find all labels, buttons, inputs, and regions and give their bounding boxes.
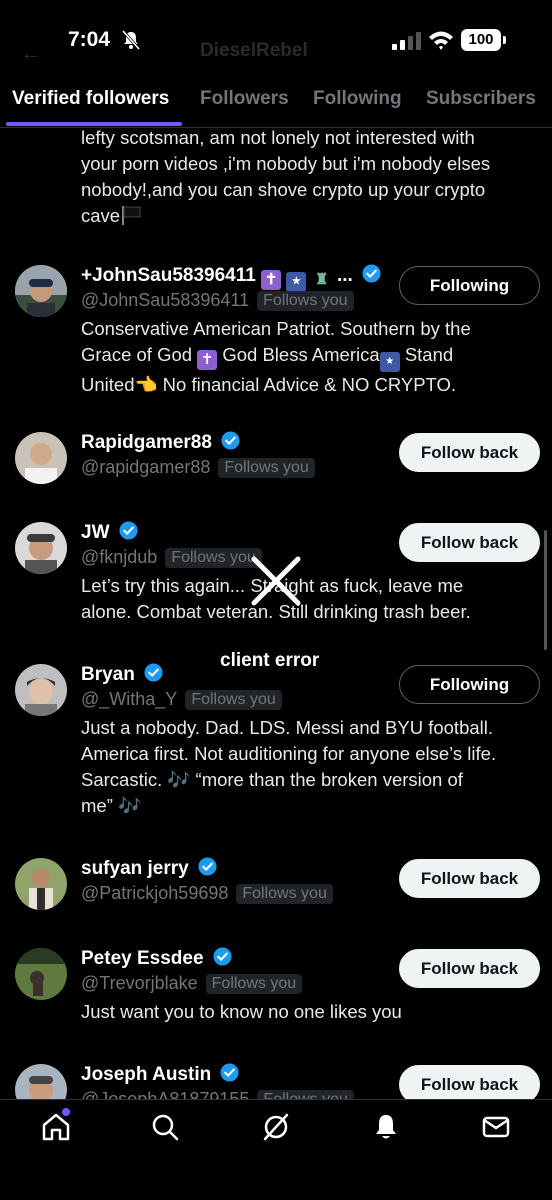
- verified-badge-icon: [220, 1063, 240, 1082]
- follow-back-button[interactable]: Follow back: [399, 433, 540, 472]
- status-bar: ← DieselRebel 7:04 100: [0, 0, 552, 80]
- avatar[interactable]: [15, 522, 67, 574]
- follower-tabs: Verified followers Followers Following S…: [0, 80, 552, 128]
- notifications-icon[interactable]: [371, 1112, 401, 1142]
- tab-verified-followers[interactable]: Verified followers: [12, 88, 169, 110]
- verified-badge-icon: [198, 857, 217, 876]
- scrollbar[interactable]: [544, 530, 547, 650]
- black-flag-icon: [122, 206, 141, 225]
- grok-icon[interactable]: [261, 1112, 291, 1142]
- verified-badge-icon: [362, 264, 381, 283]
- user-name-line: Joseph Austin: [81, 1063, 240, 1086]
- status-time: 7:04: [68, 28, 111, 51]
- tab-subscribers[interactable]: Subscribers: [426, 88, 536, 110]
- user-handle: @Trevorjblake: [81, 973, 198, 993]
- follow-back-button[interactable]: Follow back: [399, 859, 540, 898]
- pointing-hand-icon: 👈: [134, 374, 158, 395]
- search-icon[interactable]: [150, 1112, 180, 1142]
- tab-followers[interactable]: Followers: [200, 88, 289, 110]
- user-handle: @Patrickjoh59698: [81, 883, 229, 903]
- following-button[interactable]: Following: [399, 665, 540, 704]
- battery-indicator: 100: [461, 29, 501, 51]
- messages-icon[interactable]: [481, 1112, 511, 1142]
- user-name: Joseph Austin: [81, 1064, 212, 1085]
- verified-badge-icon: [119, 521, 138, 540]
- avatar[interactable]: [15, 1064, 67, 1099]
- verified-badge-icon: [144, 663, 163, 682]
- user-name-line: Petey Essdee: [81, 947, 232, 970]
- follows-you-badge: Follows you: [236, 884, 333, 904]
- user-name: Petey Essdee: [81, 948, 204, 969]
- user-name-line: Rapidgamer88: [81, 431, 240, 454]
- bottom-navigation: [0, 1099, 552, 1200]
- home-notification-dot: [62, 1108, 70, 1116]
- cellular-signal-icon: [392, 32, 421, 50]
- error-close-icon: [251, 556, 301, 606]
- statue-of-liberty-icon: ♜: [314, 271, 329, 288]
- user-bio: Conservative American Patriot. Southern …: [81, 318, 471, 395]
- avatar[interactable]: [15, 265, 67, 317]
- user-handle-line: @_Witha_Y Follows you: [81, 689, 282, 710]
- user-handle: @JosephA81879155: [81, 1089, 250, 1099]
- user-handle-line: @JohnSau58396411 Follows you: [81, 290, 354, 311]
- user-name: +JohnSau58396411: [81, 265, 256, 286]
- follows-you-badge: Follows you: [257, 291, 354, 311]
- user-name-line: sufyan jerry: [81, 857, 217, 880]
- follows-you-badge: Follows you: [257, 1090, 354, 1099]
- user-name-line: Bryan: [81, 663, 163, 686]
- user-bio: Let’s try this again... Straight as fuck…: [81, 575, 471, 622]
- header-title: DieselRebel: [200, 40, 308, 61]
- us-flag-icon: ★: [286, 272, 307, 292]
- user-handle-line: @Trevorjblake Follows you: [81, 973, 303, 994]
- follow-back-button[interactable]: Follow back: [399, 523, 540, 562]
- user-handle: @_Witha_Y: [81, 689, 178, 709]
- verified-badge-icon: [213, 947, 232, 966]
- follow-back-button[interactable]: Follow back: [399, 1065, 540, 1099]
- user-handle: @fknjdub: [81, 547, 158, 567]
- wifi-icon: [429, 31, 453, 50]
- user-handle: @rapidgamer88: [81, 457, 211, 477]
- user-name-line: +JohnSau58396411 ✝ ★ ♜ ...: [81, 264, 381, 292]
- user-handle-line: @Patrickjoh59698 Follows you: [81, 883, 333, 904]
- partial-bio: lefty scotsman, am not lonely not intere…: [81, 129, 491, 226]
- avatar[interactable]: [15, 664, 67, 716]
- avatar[interactable]: [15, 432, 67, 484]
- follows-you-badge: Follows you: [185, 690, 282, 710]
- follows-you-badge: Follows you: [218, 458, 315, 478]
- follower-list[interactable]: lefty scotsman, am not lonely not intere…: [0, 129, 552, 1099]
- avatar[interactable]: [15, 858, 67, 910]
- user-name: JW: [81, 522, 110, 543]
- user-handle-line: @JosephA81879155 Follows you: [81, 1089, 354, 1099]
- us-flag-icon: ★: [379, 352, 400, 372]
- back-arrow-icon[interactable]: ←: [20, 40, 42, 66]
- user-bio: Just want you to know no one likes you: [81, 1001, 402, 1022]
- follows-you-badge: Follows you: [165, 548, 262, 568]
- bell-muted-icon: [122, 30, 140, 50]
- follows-you-badge: Follows you: [205, 974, 303, 994]
- user-name: sufyan jerry: [81, 858, 189, 879]
- battery-tip: [503, 36, 506, 44]
- cross-emoji-icon: ✝: [197, 350, 218, 370]
- user-name-line: JW: [81, 521, 138, 544]
- avatar[interactable]: [15, 948, 67, 1000]
- cross-emoji-icon: ✝: [261, 270, 282, 290]
- error-message: client error: [220, 650, 320, 671]
- user-handle-line: @rapidgamer88 Follows you: [81, 457, 315, 478]
- user-handle: @JohnSau58396411: [81, 290, 250, 310]
- user-handle-line: @fknjdub Follows you: [81, 547, 262, 568]
- tab-following[interactable]: Following: [313, 88, 402, 110]
- user-name: Bryan: [81, 664, 135, 685]
- home-icon[interactable]: [41, 1112, 71, 1142]
- follow-back-button[interactable]: Follow back: [399, 949, 540, 988]
- user-bio: Just a nobody. Dad. LDS. Messi and BYU f…: [81, 717, 497, 816]
- verified-badge-icon: [221, 431, 240, 450]
- following-button[interactable]: Following: [399, 266, 540, 305]
- user-name: Rapidgamer88: [81, 432, 212, 453]
- active-tab-indicator: [6, 122, 182, 126]
